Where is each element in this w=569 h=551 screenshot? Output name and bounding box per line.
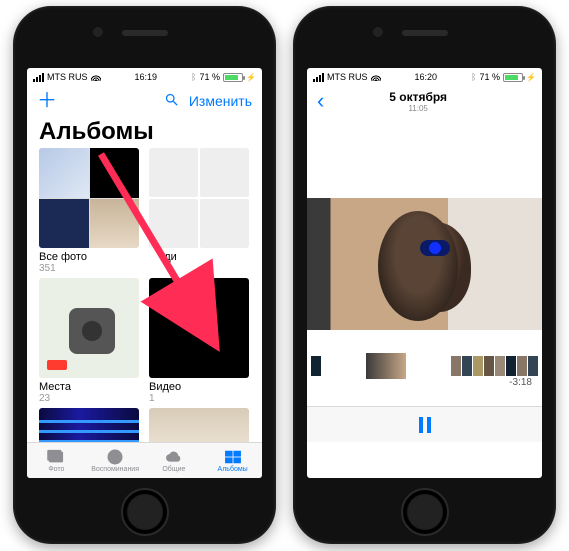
phone-speaker (402, 30, 448, 36)
carrier-label: MTS RUS (327, 72, 368, 82)
battery-icon (223, 73, 243, 82)
album-label: ЛюЛюдиди (149, 251, 249, 263)
back-button[interactable]: ‹ (317, 90, 324, 112)
carrier-label: MTS RUS (47, 72, 88, 82)
edit-button[interactable]: Изменить (189, 93, 252, 109)
pause-button[interactable] (419, 417, 431, 433)
video-player-area[interactable]: -3:18 (307, 116, 542, 442)
screen-video: MTS RUS 16:20 ᛒ 71 % ⚡ ‹ 5 октября 11:05 (307, 68, 542, 478)
clock-label: 16:20 (415, 72, 438, 82)
screen-albums: MTS RUS 16:19 ᛒ 71 % ⚡ ＋ (27, 68, 262, 478)
page-title: Альбомы (27, 116, 262, 152)
nav-bar: ＋ Изменить (27, 86, 262, 116)
album-count: 351 (39, 263, 139, 274)
album-count: 1 (149, 393, 249, 404)
home-button[interactable] (121, 488, 169, 536)
charging-icon: ⚡ (246, 73, 256, 82)
clock-label: 16:19 (135, 72, 158, 82)
bluetooth-icon: ᛒ (191, 72, 196, 82)
album-label: Видео (149, 381, 249, 393)
tab-bar: Фото Воспоминания Общие Альбомы (27, 442, 262, 478)
home-button[interactable] (401, 488, 449, 536)
signal-icon (33, 73, 44, 82)
tab-albums[interactable]: Альбомы (203, 443, 262, 478)
nav-bar: ‹ 5 октября 11:05 (307, 86, 542, 116)
battery-icon (503, 73, 523, 82)
nav-subtitle: 11:05 (324, 104, 512, 113)
bluetooth-icon: ᛒ (471, 72, 476, 82)
wifi-icon (91, 73, 101, 81)
status-bar: MTS RUS 16:20 ᛒ 71 % ⚡ (307, 68, 542, 86)
battery-percent: 71 % (480, 72, 501, 82)
album-label: Места (39, 381, 139, 393)
scrubber[interactable] (307, 352, 542, 380)
tab-label: Фото (48, 466, 64, 473)
tab-label: Общие (162, 466, 185, 473)
tab-label: Воспоминания (91, 466, 139, 473)
wifi-icon (371, 73, 381, 81)
search-button[interactable] (164, 92, 179, 110)
tab-memories[interactable]: Воспоминания (86, 443, 145, 478)
tab-label: Альбомы (218, 466, 248, 473)
status-bar: MTS RUS 16:19 ᛒ 71 % ⚡ (27, 68, 262, 86)
phone-camera-dot (93, 27, 103, 37)
cloud-icon (164, 449, 184, 465)
album-places[interactable]: Места 23 (39, 278, 139, 404)
album-partial-1[interactable] (39, 408, 139, 442)
album-partial-2[interactable] (149, 408, 249, 442)
albums-grid[interactable]: Все фото 351 ЛюЛюдиди Места 23 (27, 148, 262, 442)
memories-icon (105, 449, 125, 465)
phone-camera-dot (373, 27, 383, 37)
album-label: Все фото (39, 251, 139, 263)
add-album-button[interactable]: ＋ (37, 91, 57, 111)
nav-title: 5 октября (324, 90, 512, 104)
scrubber-current-icon[interactable] (366, 353, 406, 379)
video-frame[interactable] (307, 198, 542, 330)
phone-speaker (122, 30, 168, 36)
phone-video-player: MTS RUS 16:20 ᛒ 71 % ⚡ ‹ 5 октября 11:05 (293, 6, 556, 544)
playback-toolbar (307, 406, 542, 442)
charging-icon: ⚡ (526, 73, 536, 82)
phone-albums: MTS RUS 16:19 ᛒ 71 % ⚡ ＋ (13, 6, 276, 544)
places-partial-caption: ль С (177, 312, 196, 322)
battery-percent: 71 % (200, 72, 221, 82)
album-people[interactable]: ЛюЛюдиди (149, 148, 249, 274)
albums-icon (223, 449, 243, 465)
album-count: 23 (39, 393, 139, 404)
photos-icon (46, 449, 66, 465)
album-all-photos[interactable]: Все фото 351 (39, 148, 139, 274)
tab-photos[interactable]: Фото (27, 443, 86, 478)
album-video[interactable]: Видео 1 (149, 278, 249, 404)
signal-icon (313, 73, 324, 82)
tab-shared[interactable]: Общие (145, 443, 204, 478)
